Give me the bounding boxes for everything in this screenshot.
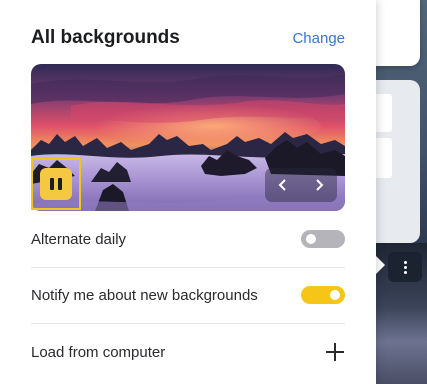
notify-row: Notify me about new backgrounds	[31, 267, 345, 323]
backgrounds-popup: All backgrounds Change Alternate daily N…	[0, 0, 376, 384]
change-link[interactable]: Change	[292, 30, 345, 47]
toggle-knob	[330, 290, 340, 300]
notify-label: Notify me about new backgrounds	[31, 286, 258, 304]
pause-icon	[40, 168, 72, 200]
plus-icon[interactable]	[325, 342, 345, 362]
alternate-daily-label: Alternate daily	[31, 230, 127, 248]
more-vertical-icon	[403, 260, 407, 274]
load-from-computer-label: Load from computer	[31, 343, 166, 361]
alternate-daily-row: Alternate daily	[31, 211, 345, 267]
chevron-left-icon	[278, 179, 286, 191]
chevron-right-icon	[316, 179, 324, 191]
notify-toggle[interactable]	[301, 286, 345, 304]
popup-header: All backgrounds Change	[31, 26, 345, 50]
alternate-daily-toggle[interactable]	[301, 230, 345, 248]
more-options-button[interactable]	[388, 252, 422, 282]
load-from-computer-row[interactable]: Load from computer	[31, 324, 345, 380]
popup-pointer	[376, 256, 385, 274]
previous-background-button[interactable]	[265, 168, 301, 202]
pause-button[interactable]	[31, 158, 81, 210]
preview-navigation	[265, 168, 337, 202]
popup-title: All backgrounds	[31, 27, 180, 48]
toggle-knob	[306, 234, 316, 244]
next-background-button[interactable]	[301, 168, 337, 202]
